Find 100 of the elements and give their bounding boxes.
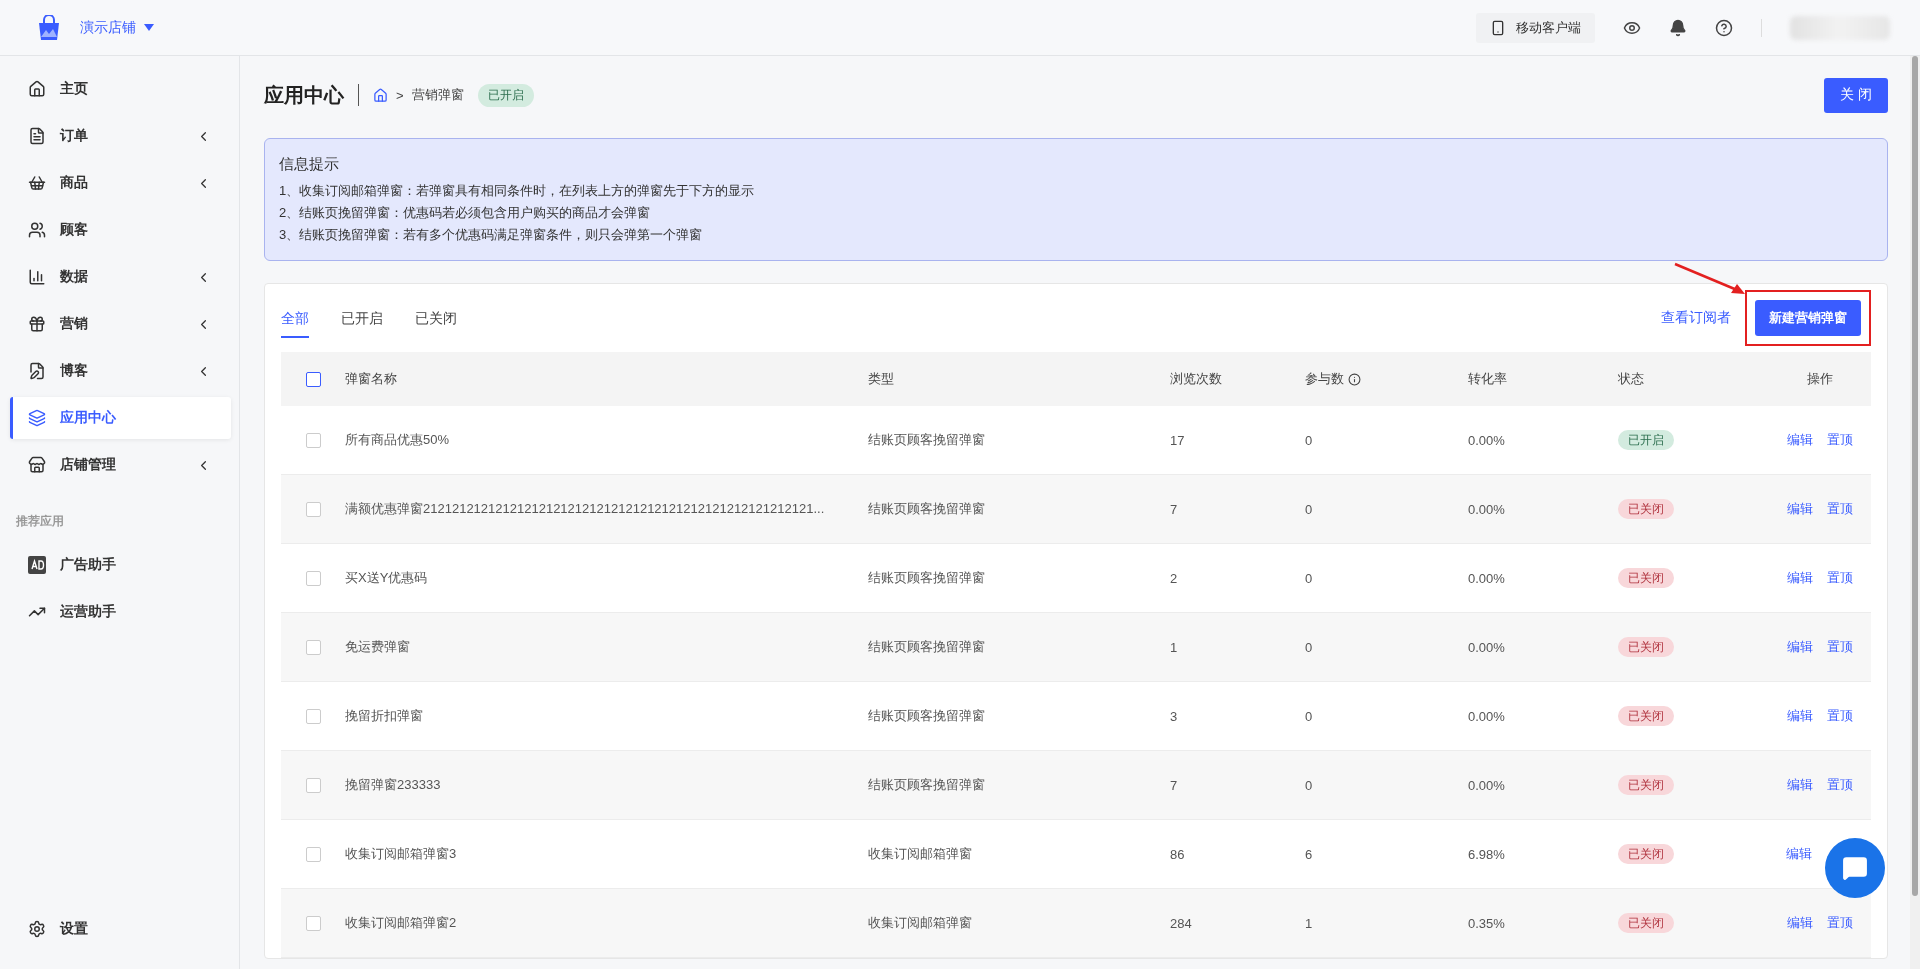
sidebar-item[interactable]: 主页	[10, 68, 231, 110]
store-icon	[28, 456, 46, 474]
notice-title: 信息提示	[279, 155, 340, 174]
pin-top-link[interactable]: 置顶	[1826, 707, 1853, 725]
scrollbar[interactable]	[1910, 56, 1920, 969]
pin-top-link[interactable]: 置顶	[1826, 500, 1853, 518]
table-cell-text: 2	[1170, 570, 1179, 586]
filter-tab[interactable]: 已关闭	[415, 298, 457, 338]
filter-tab[interactable]: 全部	[281, 298, 309, 338]
row-checkbox[interactable]	[305, 501, 321, 517]
column-header: 类型	[868, 370, 895, 388]
table-cell-text: 0.00%	[1468, 639, 1506, 655]
table-cell-text: 收集订阅邮箱弹窗	[868, 845, 973, 863]
bell-icon[interactable]	[1669, 18, 1687, 37]
edit-link[interactable]: 编辑	[1786, 638, 1813, 656]
pin-top-link[interactable]: 置顶	[1826, 638, 1853, 656]
caret-icon[interactable]	[144, 24, 154, 31]
sidebar-item[interactable]: 订单	[10, 115, 231, 157]
edit-link[interactable]: 编辑	[1786, 776, 1813, 794]
select-all-checkbox[interactable]	[305, 371, 321, 387]
view-subscribers-link[interactable]: 查看订阅者	[1661, 309, 1731, 327]
table-cell-text: 1	[1170, 639, 1179, 655]
table-cell-text: 0.00%	[1468, 570, 1506, 586]
row-checkbox[interactable]	[305, 846, 321, 862]
column-header: 状态	[1618, 370, 1645, 388]
help-icon[interactable]	[1715, 18, 1733, 37]
store-name[interactable]: 演示店铺	[80, 18, 136, 37]
filter-tab[interactable]: 已开启	[341, 298, 383, 338]
edit-link[interactable]: 编辑	[1786, 500, 1813, 518]
row-checkbox[interactable]	[305, 570, 321, 586]
new-popup-button[interactable]: 新建营销弹窗	[1755, 300, 1861, 336]
status-badge: 已关闭	[1618, 567, 1674, 588]
table-cell-text: 6.98%	[1468, 846, 1506, 862]
table-cell-text: 1	[1305, 915, 1314, 931]
table-cell-text: 结账页顾客挽留弹窗	[868, 638, 986, 656]
edit-link[interactable]: 编辑	[1785, 845, 1812, 863]
table-cell-text: 17	[1170, 432, 1186, 448]
table-cell-text: 收集订阅邮箱弹窗3	[345, 845, 458, 863]
sidebar-item[interactable]: 商品	[10, 162, 231, 204]
sidebar-item[interactable]: 博客	[10, 350, 231, 392]
pin-top-link[interactable]: 置顶	[1826, 431, 1853, 449]
row-checkbox[interactable]	[305, 915, 321, 931]
status-badge: 已关闭	[1618, 498, 1674, 519]
ad-icon	[28, 556, 46, 574]
table-cell-text: 0	[1305, 639, 1314, 655]
column-header: 操作	[1806, 370, 1833, 388]
row-checkbox[interactable]	[305, 432, 321, 448]
sidebar-item[interactable]: 顾客	[10, 209, 231, 251]
sidebar-item[interactable]: 应用中心	[10, 397, 231, 439]
logo-icon	[36, 14, 62, 41]
table-cell-text: 0	[1305, 501, 1314, 517]
notice-line: 2、结账页挽留弹窗：优惠码若必须包含用户购买的商品才会弹窗	[279, 204, 652, 222]
edit-link[interactable]: 编辑	[1786, 569, 1813, 587]
edit-link[interactable]: 编辑	[1786, 431, 1813, 449]
notice-line: 3、结账页挽留弹窗：若有多个优惠码满足弹窗条件，则只会弹第一个弹窗	[279, 226, 704, 244]
table-cell-text: 收集订阅邮箱弹窗2	[345, 914, 458, 932]
table-cell-text: 挽留折扣弹窗	[345, 707, 424, 725]
pin-top-link[interactable]: 置顶	[1826, 776, 1853, 794]
pin-top-link[interactable]: 置顶	[1826, 569, 1853, 587]
bar-chart-icon	[28, 268, 46, 286]
table-cell-text: 结账页顾客挽留弹窗	[868, 569, 986, 587]
column-header: 转化率	[1468, 370, 1508, 388]
settings-item[interactable]: 设置	[10, 908, 231, 950]
mobile-client-button[interactable]: 移动客户端	[1476, 12, 1595, 43]
home-icon	[28, 80, 46, 98]
document-icon	[28, 127, 46, 145]
table-cell-text: 0	[1305, 708, 1314, 724]
table-cell-text: 6	[1305, 846, 1314, 862]
settings-icon	[28, 920, 46, 938]
table-cell-text: 买X送Y优惠码	[345, 569, 429, 587]
edit-link[interactable]: 编辑	[1786, 707, 1813, 725]
edit-link[interactable]: 编辑	[1786, 914, 1813, 932]
sidebar-item[interactable]: 数据	[10, 256, 231, 298]
breadcrumb-item: 营销弹窗	[411, 86, 464, 104]
row-checkbox[interactable]	[305, 639, 321, 655]
chat-bubble-icon	[1842, 855, 1868, 881]
table-cell-text: 0.00%	[1468, 432, 1506, 448]
layers-icon	[28, 409, 46, 427]
row-checkbox[interactable]	[305, 708, 321, 724]
sidebar-item[interactable]: 营销	[10, 303, 231, 345]
status-badge: 已关闭	[1618, 636, 1674, 657]
status-badge: 已关闭	[1618, 912, 1674, 933]
close-button[interactable]: 关 闭	[1824, 77, 1888, 113]
sidebar-item[interactable]: 广告助手	[10, 544, 231, 586]
status-badge: 已关闭	[1618, 774, 1674, 795]
sidebar-item[interactable]: 店铺管理	[10, 444, 231, 486]
row-checkbox[interactable]	[305, 777, 321, 793]
table-cell-text: 0.00%	[1468, 708, 1506, 724]
table-cell-text: 结账页顾客挽留弹窗	[868, 431, 986, 449]
table-cell-text: 所有商品优惠50%	[345, 431, 451, 449]
users-icon	[28, 221, 46, 239]
pin-top-link[interactable]: 置顶	[1826, 914, 1853, 932]
home-icon[interactable]	[373, 87, 388, 103]
basket-icon	[28, 174, 46, 192]
table-cell-text: 86	[1170, 846, 1186, 862]
sidebar-item[interactable]: 运营助手	[10, 591, 231, 633]
table-cell-text: 0.00%	[1468, 501, 1506, 517]
table-cell-text: 0	[1305, 432, 1314, 448]
status-badge: 已开启	[477, 83, 534, 107]
table-cell-text: 0	[1305, 777, 1314, 793]
